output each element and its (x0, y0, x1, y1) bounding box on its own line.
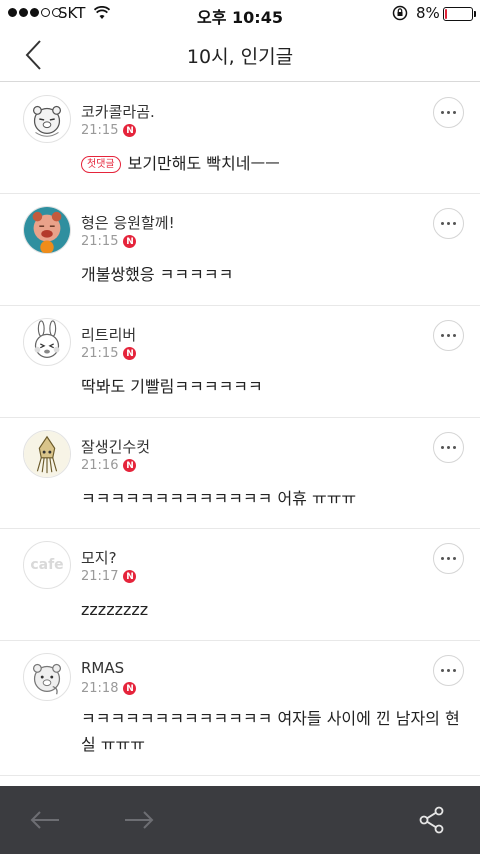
share-button[interactable] (415, 804, 449, 836)
bear-character-icon[interactable] (23, 95, 71, 143)
arrow-right-icon (125, 811, 154, 829)
battery-icon (443, 7, 473, 21)
comment-text: ㅋㅋㅋㅋㅋㅋㅋㅋㅋㅋㅋㅋㅋ 어휴 ㅠㅠㅠ (81, 489, 357, 508)
comment-time: 21:15 (81, 234, 119, 249)
comment-item: cafe 모지? 21:17 N zzzzzzzz (0, 529, 480, 641)
comment-author[interactable]: 잘생긴수컷 (81, 436, 150, 457)
comment-body: 개불쌍했응 ㅋㅋㅋㅋㅋ (81, 262, 233, 288)
more-options-button[interactable] (433, 655, 464, 686)
battery-level (445, 9, 447, 19)
comment-author[interactable]: 형은 응원할께! (81, 212, 175, 233)
more-options-button[interactable] (433, 320, 464, 351)
comment-text: ㅋㅋㅋㅋㅋㅋㅋㅋㅋㅋㅋㅋㅋ 여자들 사이에 낀 남자의 현실 ㅠㅠㅠ (81, 709, 460, 754)
status-time: 오후 10:45 (197, 8, 283, 27)
comment-body: ㅋㅋㅋㅋㅋㅋㅋㅋㅋㅋㅋㅋㅋ 어휴 ㅠㅠㅠ (81, 486, 356, 512)
comment-meta: 21:18 N (81, 681, 137, 696)
back-nav-button[interactable] (28, 804, 62, 836)
forward-nav-button[interactable] (122, 804, 156, 836)
comment-item: 코카콜라곰. 21:15 N 첫댓글 보기만해도 빡치네ㅡㅡ (0, 83, 480, 194)
comment-meta: 21:17 N (81, 569, 137, 584)
more-options-button[interactable] (433, 432, 464, 463)
arrow-left-icon (30, 811, 59, 829)
orange-cartoon-character-icon[interactable] (23, 206, 71, 254)
bottom-toolbar (0, 786, 480, 854)
navigation-bar: 10시, 인기글 (0, 28, 480, 82)
cafe-avatar-text: cafe (30, 557, 64, 573)
new-badge: N (123, 682, 137, 695)
first-comment-badge: 첫댓글 (81, 155, 121, 173)
comment-body: zzzzzzzz (81, 597, 148, 623)
comment-list: 코카콜라곰. 21:15 N 첫댓글 보기만해도 빡치네ㅡㅡ 형은 응원할께! (0, 83, 480, 776)
squid-character-icon[interactable] (23, 430, 71, 478)
rabbit-character-icon[interactable] (23, 318, 71, 366)
comment-time: 21:15 (81, 346, 119, 361)
battery-cap (474, 11, 476, 17)
comment-item: 잘생긴수컷 21:16 N ㅋㅋㅋㅋㅋㅋㅋㅋㅋㅋㅋㅋㅋ 어휴 ㅠㅠㅠ (0, 418, 480, 529)
status-bar: SKT 오후 10:45 8% (0, 0, 480, 28)
comment-text: 개불쌍했응 ㅋㅋㅋㅋㅋ (81, 265, 234, 284)
comment-meta: 21:15 N (81, 234, 137, 249)
comment-meta: 21:15 N (81, 346, 137, 361)
comment-text: 딱봐도 기빨림ㅋㅋㅋㅋㅋㅋ (81, 377, 263, 396)
new-badge: N (123, 347, 137, 360)
comment-author[interactable]: 코카콜라곰. (81, 101, 155, 122)
cafe-default-avatar[interactable]: cafe (23, 541, 71, 589)
comment-body: 첫댓글 보기만해도 빡치네ㅡㅡ (81, 151, 280, 177)
share-icon (419, 806, 444, 834)
comment-item: RMAS 21:18 N ㅋㅋㅋㅋㅋㅋㅋㅋㅋㅋㅋㅋㅋ 여자들 사이에 낀 남자의… (0, 641, 480, 776)
bear-character-icon[interactable] (23, 653, 71, 701)
comment-meta: 21:16 N (81, 458, 137, 473)
more-options-button[interactable] (433, 208, 464, 239)
new-badge: N (123, 124, 137, 137)
comment-time: 21:15 (81, 123, 119, 138)
comment-time: 21:16 (81, 458, 119, 473)
comment-item: 형은 응원할께! 21:15 N 개불쌍했응 ㅋㅋㅋㅋㅋ (0, 194, 480, 306)
more-options-button[interactable] (433, 97, 464, 128)
new-badge: N (123, 570, 137, 583)
comment-item: 리트리버 21:15 N 딱봐도 기빨림ㅋㅋㅋㅋㅋㅋ (0, 306, 480, 418)
comment-author[interactable]: RMAS (81, 659, 124, 677)
page-title: 10시, 인기글 (186, 46, 294, 68)
rotation-lock-icon (392, 5, 408, 21)
comment-text: 보기만해도 빡치네ㅡㅡ (127, 154, 280, 173)
comment-author[interactable]: 리트리버 (81, 324, 136, 345)
comment-author[interactable]: 모지? (81, 547, 117, 568)
battery-percent: 8% (416, 4, 440, 22)
comment-text: zzzzzzzz (81, 600, 149, 619)
more-options-button[interactable] (433, 543, 464, 574)
new-badge: N (123, 235, 137, 248)
comment-body: 딱봐도 기빨림ㅋㅋㅋㅋㅋㅋ (81, 374, 263, 400)
new-badge: N (123, 459, 137, 472)
comment-time: 21:18 (81, 681, 119, 696)
comment-meta: 21:15 N (81, 123, 137, 138)
comment-time: 21:17 (81, 569, 119, 584)
